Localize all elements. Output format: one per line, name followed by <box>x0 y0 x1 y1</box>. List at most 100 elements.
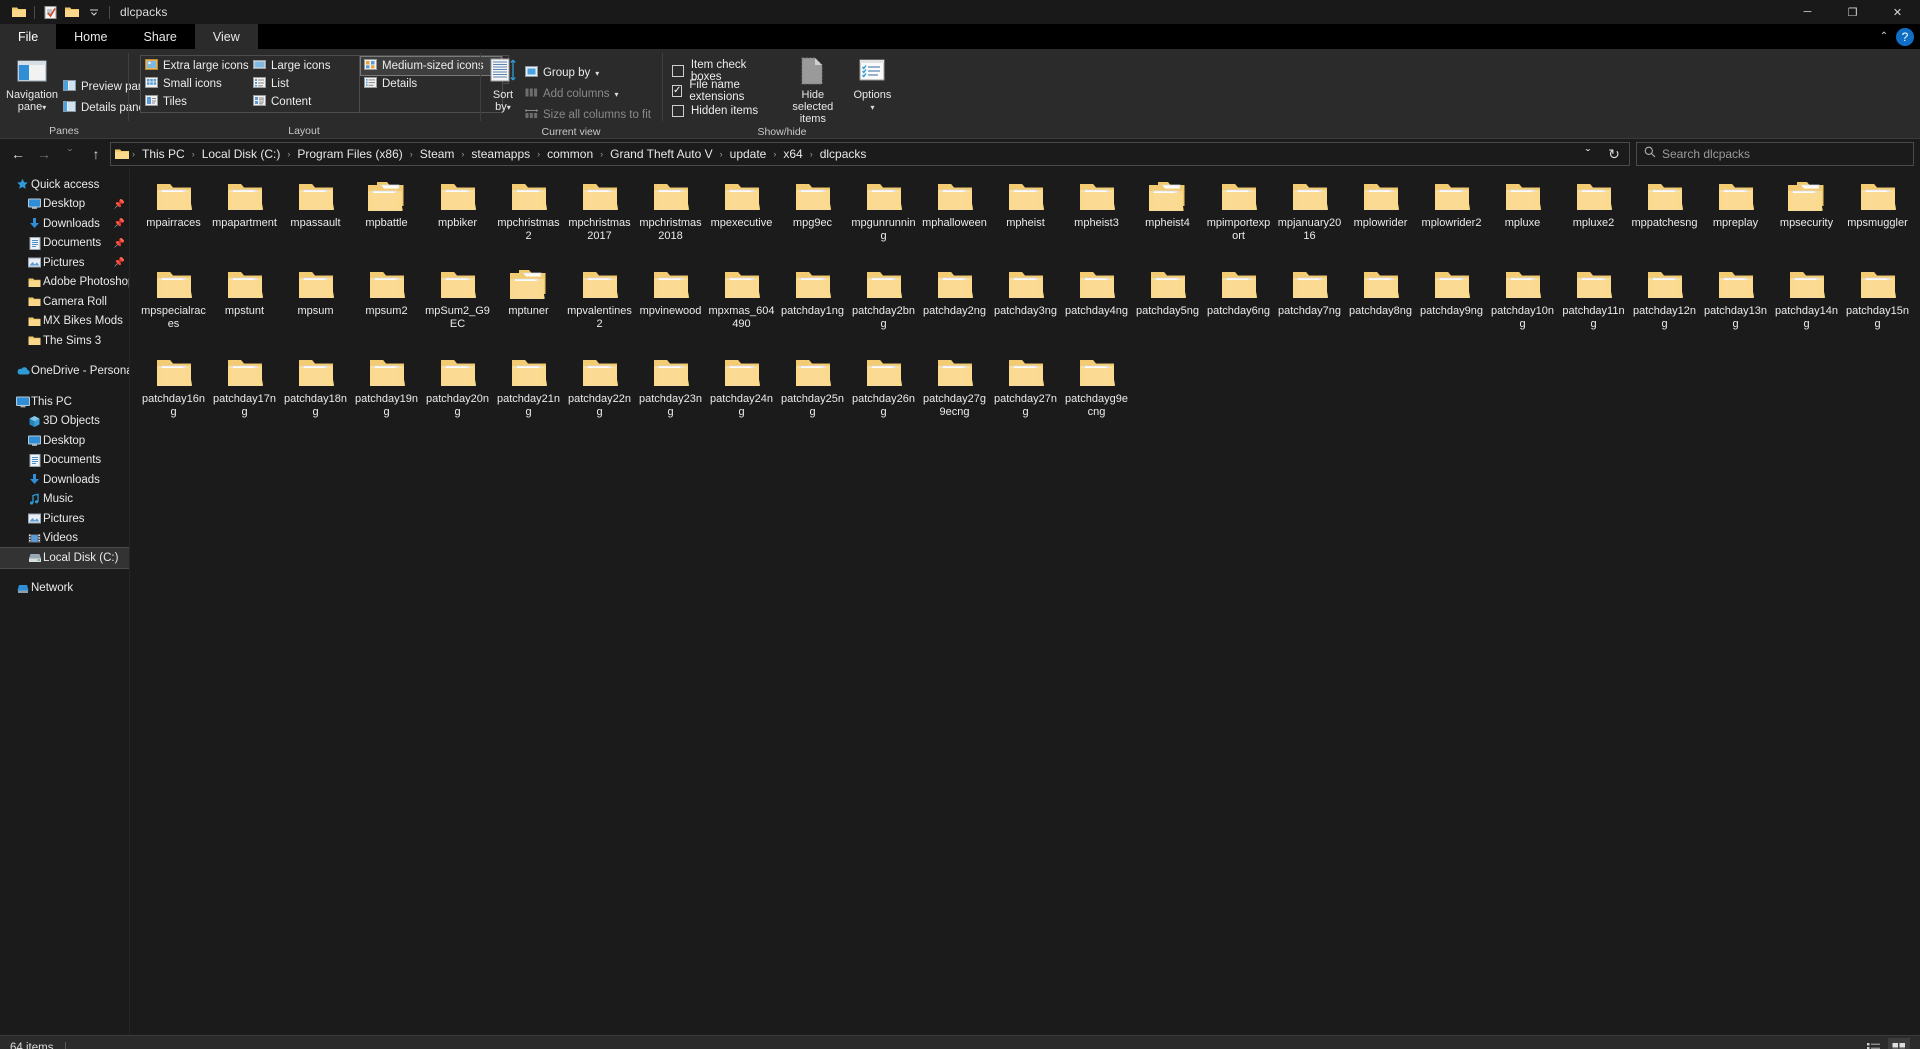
file-item[interactable]: mpsum2 <box>351 265 422 353</box>
file-list-view[interactable]: mpairraces mpapartment mpassault mpbattl… <box>130 169 1920 1035</box>
sidebar-item-adobe-photoshop[interactable]: Adobe Photoshop C <box>0 273 129 293</box>
maximize-button[interactable]: ❐ <box>1830 0 1875 24</box>
sidebar-item-mx-bikes-mods[interactable]: MX Bikes Mods <box>0 312 129 332</box>
file-item[interactable]: patchday9ng <box>1416 265 1487 353</box>
collapse-ribbon-icon[interactable]: ⌃ <box>1874 27 1894 47</box>
breadcrumb-x64[interactable]: x64 <box>777 147 808 161</box>
breadcrumb-steam[interactable]: Steam <box>414 147 461 161</box>
sidebar-item-desktop-pc[interactable]: Desktop <box>0 431 129 451</box>
file-item[interactable]: mpvinewood <box>635 265 706 353</box>
file-item[interactable]: patchday23ng <box>635 353 706 441</box>
file-item[interactable]: mpchristmas2017 <box>564 177 635 265</box>
file-item[interactable]: mpxmas_604490 <box>706 265 777 353</box>
file-item[interactable]: patchday21ng <box>493 353 564 441</box>
file-item[interactable]: patchday10ng <box>1487 265 1558 353</box>
sidebar-item-this-pc[interactable]: This PC <box>0 392 129 412</box>
sidebar-item-onedrive[interactable]: OneDrive - Personal <box>0 362 129 382</box>
sidebar-item-the-sims-3[interactable]: The Sims 3 <box>0 331 129 351</box>
tab-file[interactable]: File <box>0 24 57 49</box>
file-item[interactable]: mpimportexport <box>1203 177 1274 265</box>
gallery-item-large-icons[interactable]: Large icons <box>250 57 358 75</box>
item-check-boxes-row[interactable]: Item check boxes <box>668 59 779 83</box>
file-item[interactable]: patchday6ng <box>1203 265 1274 353</box>
sidebar-item-documents-pc[interactable]: Documents <box>0 451 129 471</box>
gallery-item-content[interactable]: Content <box>250 93 358 111</box>
file-item[interactable]: mpsmuggler <box>1842 177 1913 265</box>
file-item[interactable]: mpsecurity <box>1771 177 1842 265</box>
file-item[interactable]: patchday14ng <box>1771 265 1842 353</box>
file-item[interactable]: mpheist3 <box>1061 177 1132 265</box>
file-item[interactable]: mppatchesng <box>1629 177 1700 265</box>
file-item[interactable]: patchday8ng <box>1345 265 1416 353</box>
pin-icon[interactable]: 📌 <box>114 218 125 229</box>
sidebar-item-downloads[interactable]: Downloads 📌 <box>0 214 129 234</box>
file-item[interactable]: mpSum2_G9EC <box>422 265 493 353</box>
file-item[interactable]: patchday1ng <box>777 265 848 353</box>
gallery-item-tiles[interactable]: Tiles <box>142 93 250 111</box>
address-dropdown-button[interactable]: ˇ <box>1575 142 1601 166</box>
refresh-button[interactable]: ↻ <box>1601 142 1627 166</box>
size-all-columns-button[interactable]: Size all columns to fit <box>520 105 656 125</box>
breadcrumb-local-disk[interactable]: Local Disk (C:) <box>196 147 287 161</box>
file-item[interactable]: patchday22ng <box>564 353 635 441</box>
sidebar-item-music[interactable]: Music <box>0 490 129 510</box>
up-button[interactable]: ↑ <box>84 142 108 166</box>
file-item[interactable]: mpvalentines2 <box>564 265 635 353</box>
file-item[interactable]: patchday13ng <box>1700 265 1771 353</box>
file-item[interactable]: mptuner <box>493 265 564 353</box>
hide-selected-items-button[interactable]: Hide selected items <box>787 53 839 125</box>
file-item[interactable]: patchday18ng <box>280 353 351 441</box>
properties-icon[interactable] <box>39 1 61 23</box>
group-by-button[interactable]: Group by ▾ <box>520 63 656 83</box>
breadcrumb-update[interactable]: update <box>724 147 773 161</box>
sidebar-item-quick-access[interactable]: Quick access <box>0 175 129 195</box>
file-item[interactable]: mplowrider <box>1345 177 1416 265</box>
file-item[interactable]: patchday19ng <box>351 353 422 441</box>
details-view-button[interactable] <box>1863 1038 1885 1049</box>
file-item[interactable]: mpreplay <box>1700 177 1771 265</box>
file-name-extensions-row[interactable]: ✓ File name extensions <box>668 79 779 103</box>
sidebar-item-local-disk-c[interactable]: Local Disk (C:) <box>0 547 129 569</box>
file-item[interactable]: patchday25ng <box>777 353 848 441</box>
file-name-extensions-checkbox[interactable]: ✓ <box>672 84 683 97</box>
sidebar-item-pictures[interactable]: Pictures 📌 <box>0 253 129 273</box>
gallery-item-list[interactable]: List <box>250 75 358 93</box>
recent-locations-button[interactable]: ˇ <box>58 142 82 166</box>
file-item[interactable]: patchday24ng <box>706 353 777 441</box>
sidebar-item-camera-roll[interactable]: Camera Roll <box>0 292 129 312</box>
pin-icon[interactable]: 📌 <box>114 199 125 210</box>
file-item[interactable]: mpluxe <box>1487 177 1558 265</box>
file-item[interactable]: mpheist <box>990 177 1061 265</box>
gallery-item-small-icons[interactable]: Small icons <box>142 75 250 93</box>
close-button[interactable]: ✕ <box>1875 0 1920 24</box>
options-button[interactable]: Options ▾ <box>849 53 896 114</box>
large-icons-view-button[interactable] <box>1888 1037 1910 1049</box>
breadcrumb-gta-v[interactable]: Grand Theft Auto V <box>604 147 719 161</box>
file-item[interactable]: patchday26ng <box>848 353 919 441</box>
file-item[interactable]: mpsum <box>280 265 351 353</box>
file-item[interactable]: mpg9ec <box>777 177 848 265</box>
pin-icon[interactable]: 📌 <box>114 257 125 268</box>
breadcrumb-program-files[interactable]: Program Files (x86) <box>291 147 408 161</box>
breadcrumb-dlcpacks[interactable]: dlcpacks <box>814 147 873 161</box>
tab-share[interactable]: Share <box>126 24 195 49</box>
file-item[interactable]: patchday4ng <box>1061 265 1132 353</box>
sidebar-item-network[interactable]: Network <box>0 579 129 599</box>
file-item[interactable]: mpluxe2 <box>1558 177 1629 265</box>
file-item[interactable]: patchday2ng <box>919 265 990 353</box>
minimize-button[interactable]: ─ <box>1785 0 1830 24</box>
tab-view[interactable]: View <box>194 24 258 49</box>
tab-home[interactable]: Home <box>56 24 125 49</box>
forward-button[interactable]: → <box>32 142 56 166</box>
breadcrumb-bar[interactable]: › This PC › Local Disk (C:) › Program Fi… <box>110 142 1630 166</box>
sidebar-item-3d-objects[interactable]: 3D Objects <box>0 412 129 432</box>
file-item[interactable]: mpheist4 <box>1132 177 1203 265</box>
help-icon[interactable]: ? <box>1896 27 1914 46</box>
add-columns-button[interactable]: Add columns ▾ <box>520 84 656 104</box>
file-item[interactable]: mphalloween <box>919 177 990 265</box>
file-item[interactable]: mpexecutive <box>706 177 777 265</box>
item-check-boxes-checkbox[interactable] <box>672 64 684 77</box>
file-item[interactable]: patchday11ng <box>1558 265 1629 353</box>
hidden-items-row[interactable]: Hidden items <box>668 101 779 120</box>
folder-icon[interactable] <box>8 1 30 23</box>
